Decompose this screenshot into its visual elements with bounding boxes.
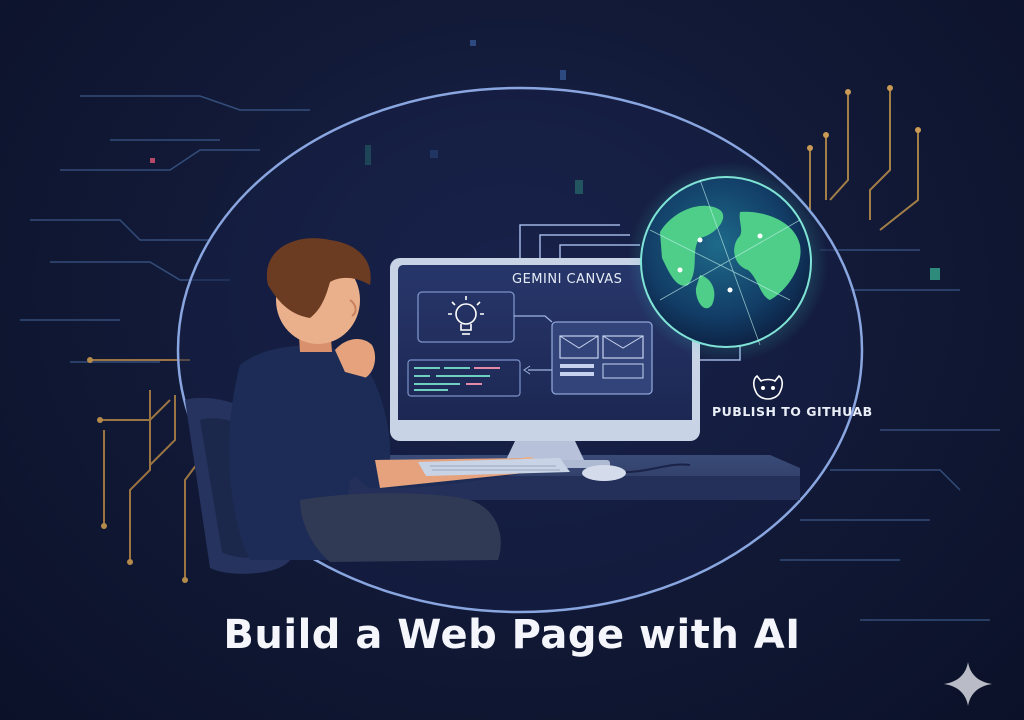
page-title: Build a Web Page with AI [223, 612, 801, 658]
circuit-traces-right [809, 88, 919, 231]
circuit-dots-right [807, 85, 921, 151]
circuit-dots [87, 357, 188, 583]
sparkle-icon [944, 662, 992, 706]
publish-label: PUBLISH TO GITHUAB [712, 404, 873, 419]
globe-icon [628, 162, 828, 362]
gemini-canvas-label: GEMINI CANVAS [512, 272, 623, 287]
mouse [582, 465, 626, 481]
